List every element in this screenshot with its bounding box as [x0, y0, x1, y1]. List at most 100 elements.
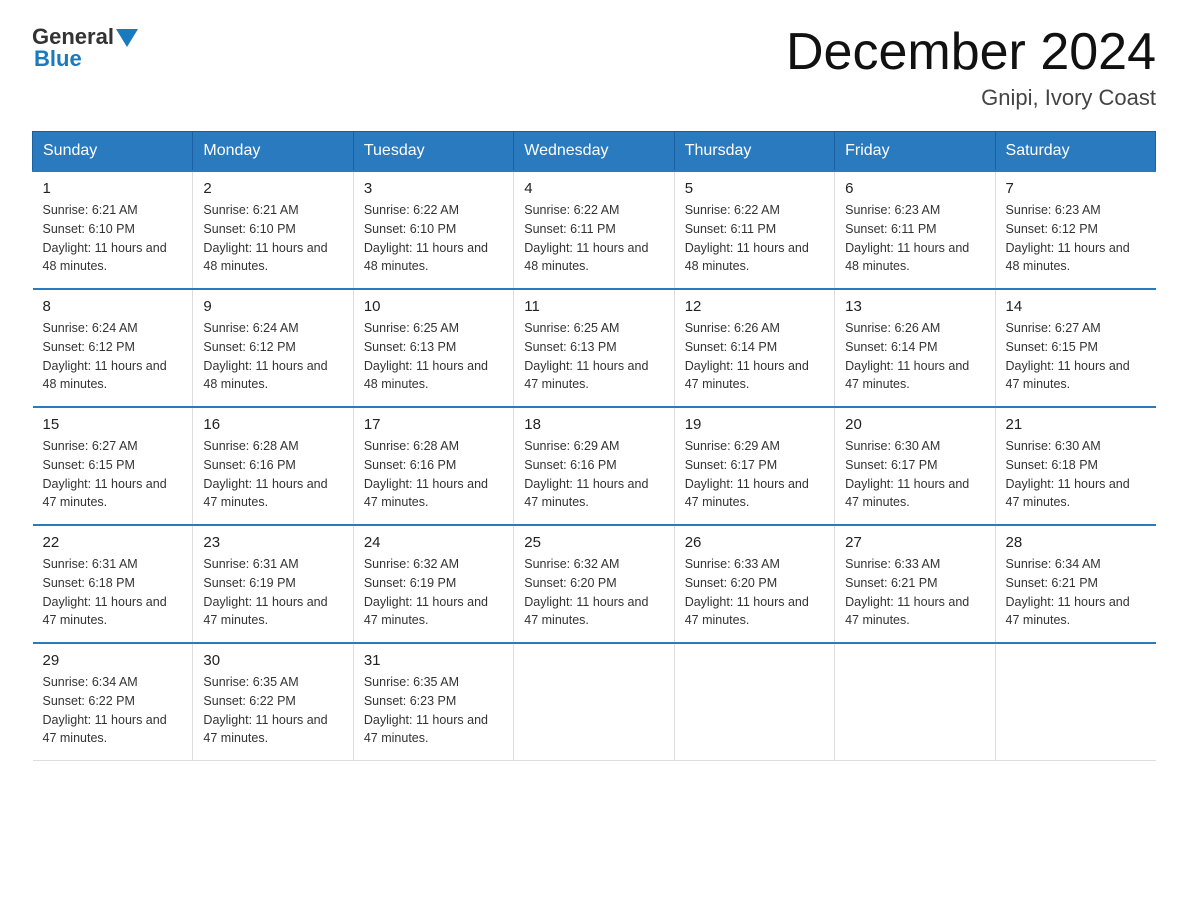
day-number: 15: [43, 416, 183, 433]
calendar-cell: 10 Sunrise: 6:25 AMSunset: 6:13 PMDaylig…: [353, 289, 513, 407]
day-number: 18: [524, 416, 663, 433]
day-number: 4: [524, 180, 663, 197]
day-number: 22: [43, 534, 183, 551]
day-info: Sunrise: 6:22 AMSunset: 6:10 PMDaylight:…: [364, 201, 503, 276]
header-day-friday: Friday: [835, 132, 995, 172]
logo-blue-text: Blue: [34, 46, 138, 72]
calendar-cell: 11 Sunrise: 6:25 AMSunset: 6:13 PMDaylig…: [514, 289, 674, 407]
calendar-cell: 12 Sunrise: 6:26 AMSunset: 6:14 PMDaylig…: [674, 289, 834, 407]
day-info: Sunrise: 6:23 AMSunset: 6:11 PMDaylight:…: [845, 201, 984, 276]
day-info: Sunrise: 6:28 AMSunset: 6:16 PMDaylight:…: [364, 437, 503, 512]
day-info: Sunrise: 6:21 AMSunset: 6:10 PMDaylight:…: [43, 201, 183, 276]
calendar-week-row: 22 Sunrise: 6:31 AMSunset: 6:18 PMDaylig…: [33, 525, 1156, 643]
calendar-cell: 17 Sunrise: 6:28 AMSunset: 6:16 PMDaylig…: [353, 407, 513, 525]
day-info: Sunrise: 6:33 AMSunset: 6:21 PMDaylight:…: [845, 555, 984, 630]
calendar-cell: 23 Sunrise: 6:31 AMSunset: 6:19 PMDaylig…: [193, 525, 353, 643]
day-number: 16: [203, 416, 342, 433]
calendar-cell: 21 Sunrise: 6:30 AMSunset: 6:18 PMDaylig…: [995, 407, 1155, 525]
header-day-thursday: Thursday: [674, 132, 834, 172]
calendar-cell: 2 Sunrise: 6:21 AMSunset: 6:10 PMDayligh…: [193, 171, 353, 289]
day-info: Sunrise: 6:34 AMSunset: 6:22 PMDaylight:…: [43, 673, 183, 748]
calendar-cell: 31 Sunrise: 6:35 AMSunset: 6:23 PMDaylig…: [353, 643, 513, 761]
day-info: Sunrise: 6:24 AMSunset: 6:12 PMDaylight:…: [43, 319, 183, 394]
calendar-header-row: SundayMondayTuesdayWednesdayThursdayFrid…: [33, 132, 1156, 172]
calendar-week-row: 8 Sunrise: 6:24 AMSunset: 6:12 PMDayligh…: [33, 289, 1156, 407]
day-info: Sunrise: 6:22 AMSunset: 6:11 PMDaylight:…: [524, 201, 663, 276]
calendar-week-row: 1 Sunrise: 6:21 AMSunset: 6:10 PMDayligh…: [33, 171, 1156, 289]
calendar-cell: 6 Sunrise: 6:23 AMSunset: 6:11 PMDayligh…: [835, 171, 995, 289]
calendar-cell: 14 Sunrise: 6:27 AMSunset: 6:15 PMDaylig…: [995, 289, 1155, 407]
calendar-cell: 28 Sunrise: 6:34 AMSunset: 6:21 PMDaylig…: [995, 525, 1155, 643]
day-number: 30: [203, 652, 342, 669]
day-info: Sunrise: 6:26 AMSunset: 6:14 PMDaylight:…: [845, 319, 984, 394]
header-day-sunday: Sunday: [33, 132, 193, 172]
day-info: Sunrise: 6:23 AMSunset: 6:12 PMDaylight:…: [1006, 201, 1146, 276]
calendar-cell: 24 Sunrise: 6:32 AMSunset: 6:19 PMDaylig…: [353, 525, 513, 643]
header-day-wednesday: Wednesday: [514, 132, 674, 172]
day-info: Sunrise: 6:28 AMSunset: 6:16 PMDaylight:…: [203, 437, 342, 512]
day-info: Sunrise: 6:21 AMSunset: 6:10 PMDaylight:…: [203, 201, 342, 276]
header-day-tuesday: Tuesday: [353, 132, 513, 172]
calendar-cell: 22 Sunrise: 6:31 AMSunset: 6:18 PMDaylig…: [33, 525, 193, 643]
day-number: 17: [364, 416, 503, 433]
day-info: Sunrise: 6:25 AMSunset: 6:13 PMDaylight:…: [524, 319, 663, 394]
day-number: 13: [845, 298, 984, 315]
calendar-cell: 1 Sunrise: 6:21 AMSunset: 6:10 PMDayligh…: [33, 171, 193, 289]
day-number: 29: [43, 652, 183, 669]
day-number: 23: [203, 534, 342, 551]
calendar-cell: 25 Sunrise: 6:32 AMSunset: 6:20 PMDaylig…: [514, 525, 674, 643]
day-number: 12: [685, 298, 824, 315]
day-info: Sunrise: 6:24 AMSunset: 6:12 PMDaylight:…: [203, 319, 342, 394]
day-info: Sunrise: 6:26 AMSunset: 6:14 PMDaylight:…: [685, 319, 824, 394]
calendar-cell: 3 Sunrise: 6:22 AMSunset: 6:10 PMDayligh…: [353, 171, 513, 289]
calendar-cell: 30 Sunrise: 6:35 AMSunset: 6:22 PMDaylig…: [193, 643, 353, 761]
calendar-cell: 13 Sunrise: 6:26 AMSunset: 6:14 PMDaylig…: [835, 289, 995, 407]
header-day-saturday: Saturday: [995, 132, 1155, 172]
day-info: Sunrise: 6:34 AMSunset: 6:21 PMDaylight:…: [1006, 555, 1146, 630]
calendar-cell: [835, 643, 995, 761]
day-info: Sunrise: 6:27 AMSunset: 6:15 PMDaylight:…: [43, 437, 183, 512]
day-number: 26: [685, 534, 824, 551]
day-info: Sunrise: 6:32 AMSunset: 6:19 PMDaylight:…: [364, 555, 503, 630]
day-info: Sunrise: 6:29 AMSunset: 6:16 PMDaylight:…: [524, 437, 663, 512]
day-number: 5: [685, 180, 824, 197]
day-number: 7: [1006, 180, 1146, 197]
calendar-cell: 18 Sunrise: 6:29 AMSunset: 6:16 PMDaylig…: [514, 407, 674, 525]
calendar-table: SundayMondayTuesdayWednesdayThursdayFrid…: [32, 131, 1156, 761]
day-info: Sunrise: 6:31 AMSunset: 6:18 PMDaylight:…: [43, 555, 183, 630]
day-number: 11: [524, 298, 663, 315]
day-number: 31: [364, 652, 503, 669]
day-number: 6: [845, 180, 984, 197]
day-info: Sunrise: 6:35 AMSunset: 6:22 PMDaylight:…: [203, 673, 342, 748]
day-number: 14: [1006, 298, 1146, 315]
day-number: 1: [43, 180, 183, 197]
calendar-cell: [674, 643, 834, 761]
day-info: Sunrise: 6:25 AMSunset: 6:13 PMDaylight:…: [364, 319, 503, 394]
calendar-cell: 20 Sunrise: 6:30 AMSunset: 6:17 PMDaylig…: [835, 407, 995, 525]
calendar-cell: 7 Sunrise: 6:23 AMSunset: 6:12 PMDayligh…: [995, 171, 1155, 289]
calendar-week-row: 15 Sunrise: 6:27 AMSunset: 6:15 PMDaylig…: [33, 407, 1156, 525]
day-number: 10: [364, 298, 503, 315]
calendar-cell: 26 Sunrise: 6:33 AMSunset: 6:20 PMDaylig…: [674, 525, 834, 643]
day-number: 3: [364, 180, 503, 197]
day-info: Sunrise: 6:35 AMSunset: 6:23 PMDaylight:…: [364, 673, 503, 748]
header-day-monday: Monday: [193, 132, 353, 172]
day-number: 2: [203, 180, 342, 197]
day-number: 28: [1006, 534, 1146, 551]
calendar-cell: [514, 643, 674, 761]
day-info: Sunrise: 6:30 AMSunset: 6:17 PMDaylight:…: [845, 437, 984, 512]
page-title: December 2024: [786, 24, 1156, 81]
calendar-cell: 27 Sunrise: 6:33 AMSunset: 6:21 PMDaylig…: [835, 525, 995, 643]
calendar-cell: 19 Sunrise: 6:29 AMSunset: 6:17 PMDaylig…: [674, 407, 834, 525]
day-number: 19: [685, 416, 824, 433]
day-number: 24: [364, 534, 503, 551]
title-block: December 2024 Gnipi, Ivory Coast: [786, 24, 1156, 111]
day-number: 21: [1006, 416, 1146, 433]
day-info: Sunrise: 6:32 AMSunset: 6:20 PMDaylight:…: [524, 555, 663, 630]
day-info: Sunrise: 6:33 AMSunset: 6:20 PMDaylight:…: [685, 555, 824, 630]
day-number: 9: [203, 298, 342, 315]
calendar-cell: 29 Sunrise: 6:34 AMSunset: 6:22 PMDaylig…: [33, 643, 193, 761]
calendar-week-row: 29 Sunrise: 6:34 AMSunset: 6:22 PMDaylig…: [33, 643, 1156, 761]
day-number: 25: [524, 534, 663, 551]
page-location: Gnipi, Ivory Coast: [786, 85, 1156, 111]
